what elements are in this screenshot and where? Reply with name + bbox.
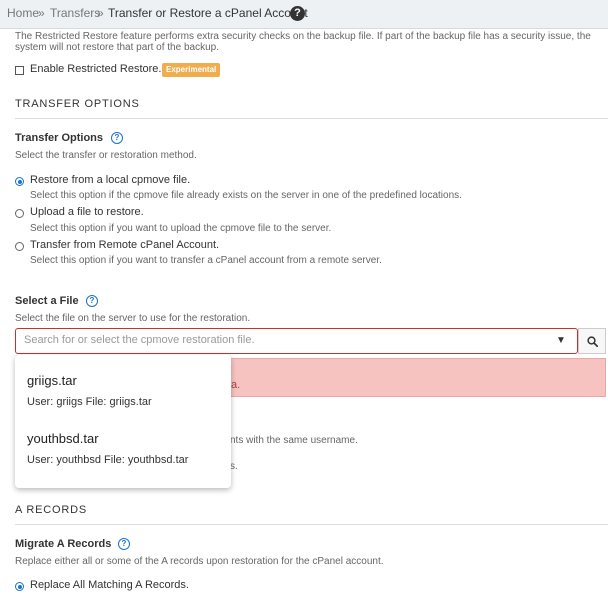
section-divider	[15, 524, 608, 525]
dropdown-item-name: youthbsd.tar	[27, 431, 99, 446]
a-records-section-title: A RECORDS	[15, 504, 87, 516]
file-select-combobox[interactable]: ▼	[15, 328, 578, 354]
help-icon[interactable]: ?	[111, 132, 123, 144]
experimental-badge: Experimental	[162, 63, 221, 77]
select-file-label: Select a File	[15, 295, 79, 307]
breadcrumb-transfers[interactable]: Transfers	[50, 6, 100, 20]
radio-transfer-remote-label[interactable]: Transfer from Remote cPanel Account.	[30, 239, 219, 251]
radio-replace-all-a-records-label[interactable]: Replace All Matching A Records.	[30, 579, 189, 591]
select-file-description: Select the file on the server to use for…	[15, 313, 251, 324]
list-item[interactable]: griigs.tar User: griigs File: griigs.tar	[15, 355, 231, 413]
transfer-options-description: Select the transfer or restoration metho…	[15, 150, 197, 161]
search-button[interactable]	[578, 328, 606, 354]
radio-restore-local-label[interactable]: Restore from a local cpmove file.	[30, 174, 190, 186]
radio-restore-local-hint: Select this option if the cpmove file al…	[30, 190, 462, 201]
dropdown-item-meta: User: youthbsd File: youthbsd.tar	[27, 454, 189, 466]
restricted-restore-checkbox[interactable]	[15, 66, 24, 75]
radio-transfer-remote[interactable]	[15, 242, 24, 251]
radio-upload-file-label[interactable]: Upload a file to restore.	[30, 206, 144, 218]
help-icon[interactable]: ?	[86, 295, 98, 307]
file-dropdown: griigs.tar User: griigs File: griigs.tar…	[15, 355, 231, 488]
chevron-down-icon[interactable]: ▼	[556, 335, 566, 346]
restricted-description-line2: system will not restore that part of the…	[15, 42, 219, 53]
breadcrumb-separator: »	[97, 6, 104, 20]
breadcrumb-bar: Home » Transfers » Transfer or Restore a…	[0, 0, 608, 29]
obscured-text: nts with the same username.	[230, 435, 358, 446]
search-icon	[587, 336, 598, 347]
radio-restore-local[interactable]	[15, 177, 24, 186]
radio-upload-file-hint: Select this option if you want to upload…	[30, 223, 332, 234]
dropdown-item-name: griigs.tar	[27, 373, 77, 388]
migrate-a-records-label: Migrate A Records	[15, 538, 112, 550]
radio-replace-all-a-records[interactable]	[15, 582, 24, 591]
radio-upload-file[interactable]	[15, 209, 24, 218]
breadcrumb-separator: »	[38, 6, 45, 20]
help-icon[interactable]: ?	[118, 538, 130, 550]
list-item[interactable]: youthbsd.tar User: youthbsd File: youthb…	[15, 413, 231, 471]
radio-transfer-remote-hint: Select this option if you want to transf…	[30, 255, 382, 266]
file-search-input[interactable]	[24, 334, 544, 346]
error-message-box: a.	[230, 358, 606, 397]
transfer-options-section-title: TRANSFER OPTIONS	[15, 98, 140, 110]
section-divider	[15, 118, 608, 119]
help-icon[interactable]: ?	[290, 6, 305, 21]
dropdown-item-meta: User: griigs File: griigs.tar	[27, 396, 152, 408]
breadcrumb-home[interactable]: Home	[7, 6, 39, 20]
restricted-restore-label[interactable]: Enable Restricted Restore.	[30, 63, 161, 75]
migrate-a-records-description: Replace either all or some of the A reco…	[15, 556, 384, 567]
obscured-text: s.	[230, 461, 238, 472]
error-message-text: a.	[231, 379, 241, 391]
page-title: Transfer or Restore a cPanel Account	[108, 6, 308, 20]
restricted-description-line1: The Restricted Restore feature performs …	[15, 31, 591, 42]
transfer-options-label: Transfer Options	[15, 132, 104, 144]
